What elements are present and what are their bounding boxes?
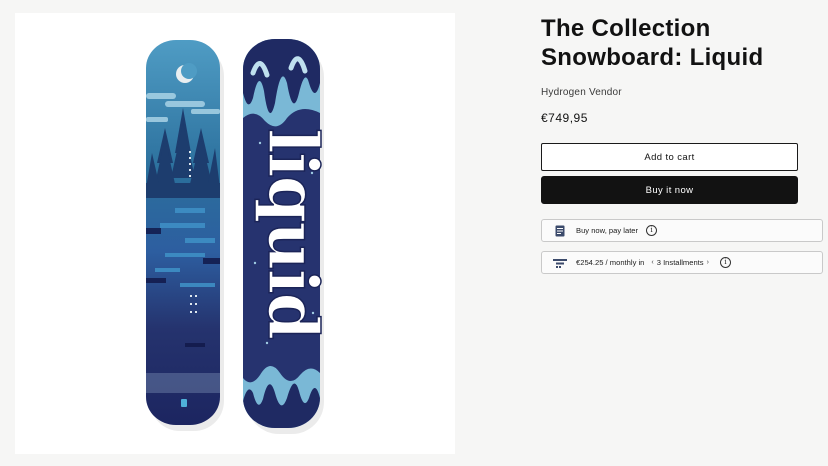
installment-amount: €254.25 / monthly in — [576, 258, 645, 267]
info-icon[interactable]: i — [646, 225, 658, 236]
chevron-left-icon[interactable]: ‹ — [651, 259, 653, 266]
product-title: The Collection Snowboard: Liquid — [541, 15, 764, 71]
snowboard-illustration: liquid — [146, 39, 333, 434]
product-vendor: Hydrogen Vendor — [541, 87, 622, 98]
installment-selector[interactable]: ‹ 3 Installments › — [648, 258, 712, 267]
document-icon — [552, 225, 568, 237]
board-lettering: liquid — [251, 127, 333, 339]
product-info: The Collection Snowboard: Liquid Hydroge… — [541, 14, 823, 274]
pay-later-option[interactable]: Buy now, pay later i — [541, 219, 823, 242]
svg-text:liquid: liquid — [252, 128, 332, 338]
buy-it-now-button[interactable]: Buy it now — [541, 176, 798, 204]
snowboard-left — [146, 40, 220, 425]
installment-icon — [552, 257, 568, 269]
chevron-right-icon[interactable]: › — [707, 259, 709, 266]
pay-later-label: Buy now, pay later — [576, 226, 639, 235]
product-image: liquid — [15, 13, 455, 454]
add-to-cart-button[interactable]: Add to cart — [541, 143, 798, 171]
installments-option[interactable]: €254.25 / monthly in ‹ 3 Installments › … — [541, 251, 823, 274]
installment-count: 3 Installments — [656, 258, 704, 267]
product-price: €749,95 — [541, 111, 588, 125]
info-icon[interactable]: i — [719, 257, 731, 268]
